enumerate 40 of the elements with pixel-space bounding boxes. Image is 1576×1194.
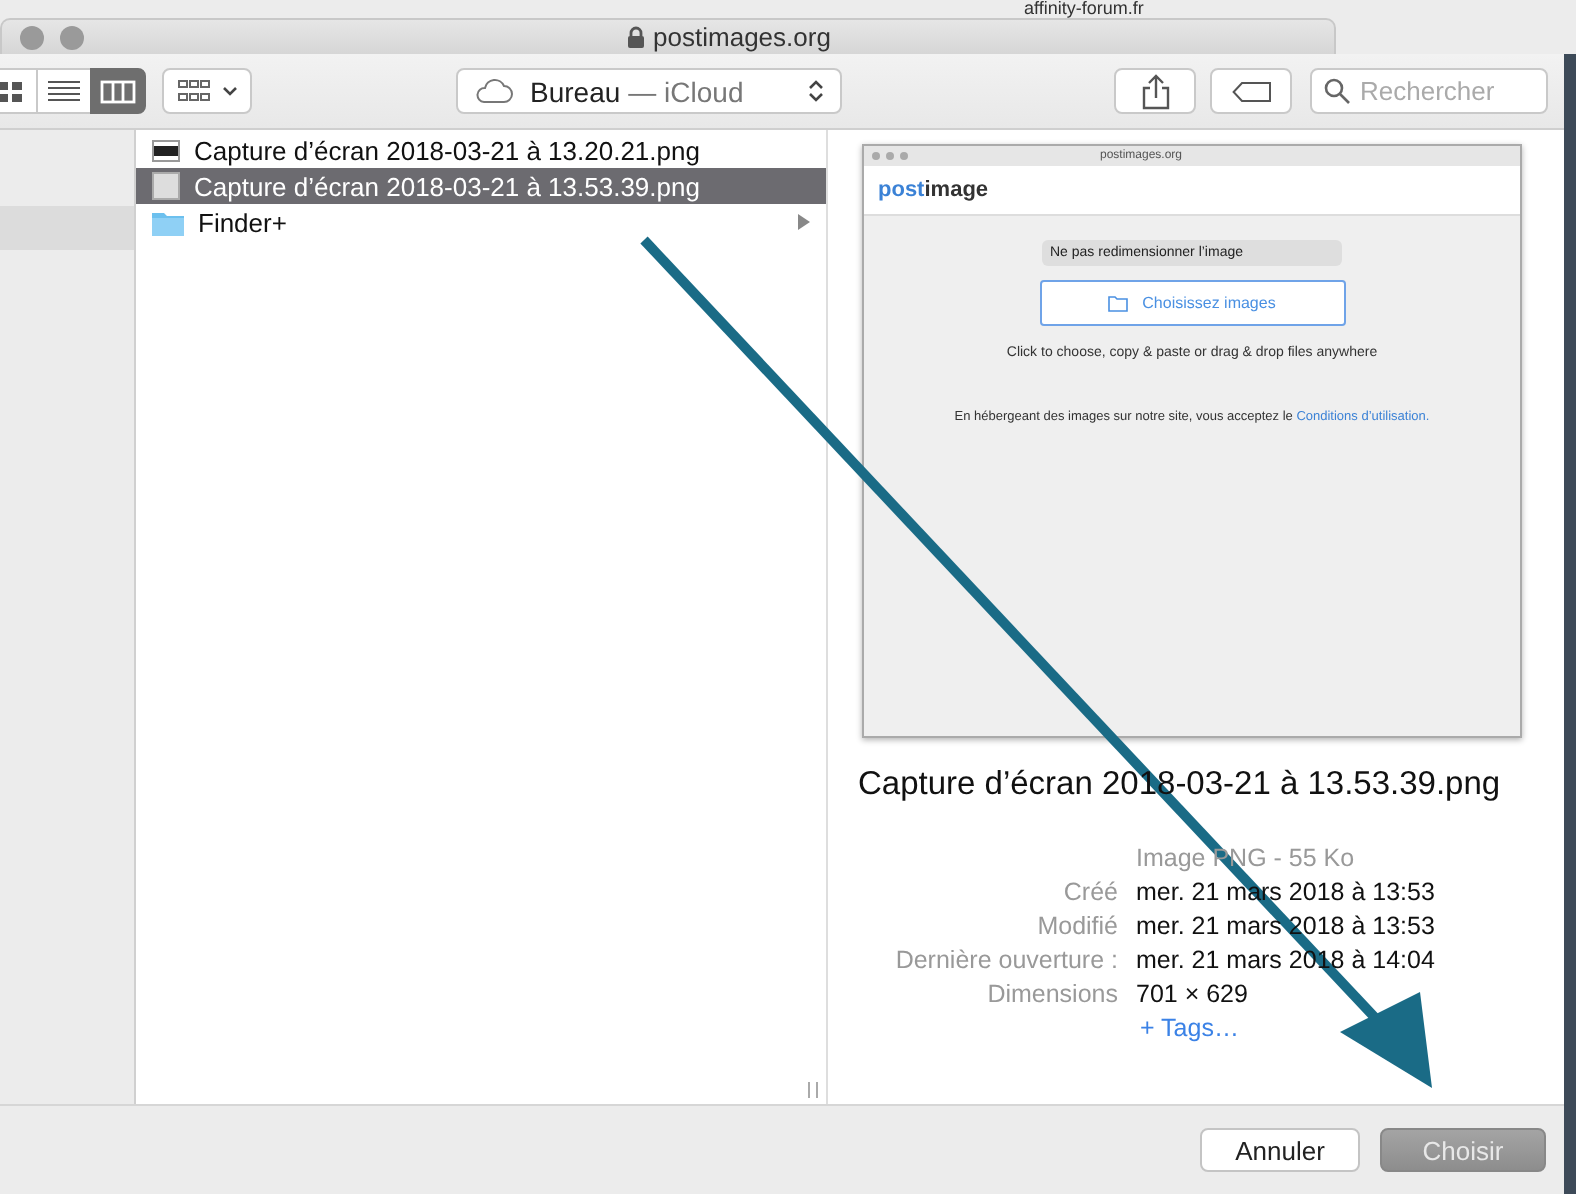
- file-row[interactable]: Finder+: [136, 204, 826, 240]
- arrange-button[interactable]: [162, 68, 252, 114]
- folder-icon: [152, 209, 184, 235]
- cloud-icon: [474, 78, 514, 104]
- share-icon: [1141, 73, 1169, 109]
- grid-icon: [177, 80, 209, 102]
- file-row[interactable]: Capture d’écran 2018-03-21 à 13.20.21.png: [136, 132, 826, 168]
- columns-icon: [100, 79, 136, 103]
- caret-icon: [221, 86, 237, 96]
- search-field[interactable]: Rechercher: [1310, 68, 1548, 114]
- site-address: affinity-forum.fr: [1024, 0, 1144, 18]
- list-icon: [48, 80, 80, 102]
- location-popup[interactable]: Bureau — iCloud: [456, 68, 842, 114]
- info-value: 701 × 629: [1136, 978, 1250, 1010]
- info-label: Dernière ouverture :: [893, 944, 1118, 976]
- image-file-icon: [152, 172, 180, 200]
- add-tags-link[interactable]: + Tags…: [1140, 1012, 1528, 1044]
- window-title: postimages.org: [505, 22, 831, 52]
- file-name: Capture d’écran 2018-03-21 à 13.20.21.png: [194, 135, 700, 165]
- view-mode-button[interactable]: [36, 68, 92, 114]
- share-button[interactable]: [1114, 68, 1196, 114]
- cancel-button[interactable]: Annuler: [1200, 1128, 1360, 1172]
- stepper-arrows-icon: [808, 78, 824, 104]
- window-controls-icon: [872, 152, 908, 160]
- file-name: Capture d’écran 2018-03-21 à 13.53.39.png: [194, 171, 700, 201]
- file-name: Finder+: [198, 207, 287, 237]
- info-label: Modifié: [1035, 910, 1118, 942]
- search-icon: [1324, 78, 1350, 104]
- grid-icon: [0, 81, 22, 101]
- tag-icon: [1231, 81, 1271, 101]
- folder-icon: [1108, 295, 1131, 311]
- info-label: Créé: [1061, 876, 1118, 908]
- image-file-icon: [152, 139, 180, 161]
- info-label: Dimensions: [985, 978, 1118, 1010]
- view-mode-button[interactable]: [90, 68, 146, 114]
- tag-button[interactable]: [1210, 68, 1292, 114]
- file-row[interactable]: Capture d’écran 2018-03-21 à 13.53.39.png: [136, 168, 826, 204]
- logo: postimage: [878, 178, 989, 202]
- resize-handle[interactable]: [808, 1082, 818, 1098]
- lock-icon: [625, 26, 646, 48]
